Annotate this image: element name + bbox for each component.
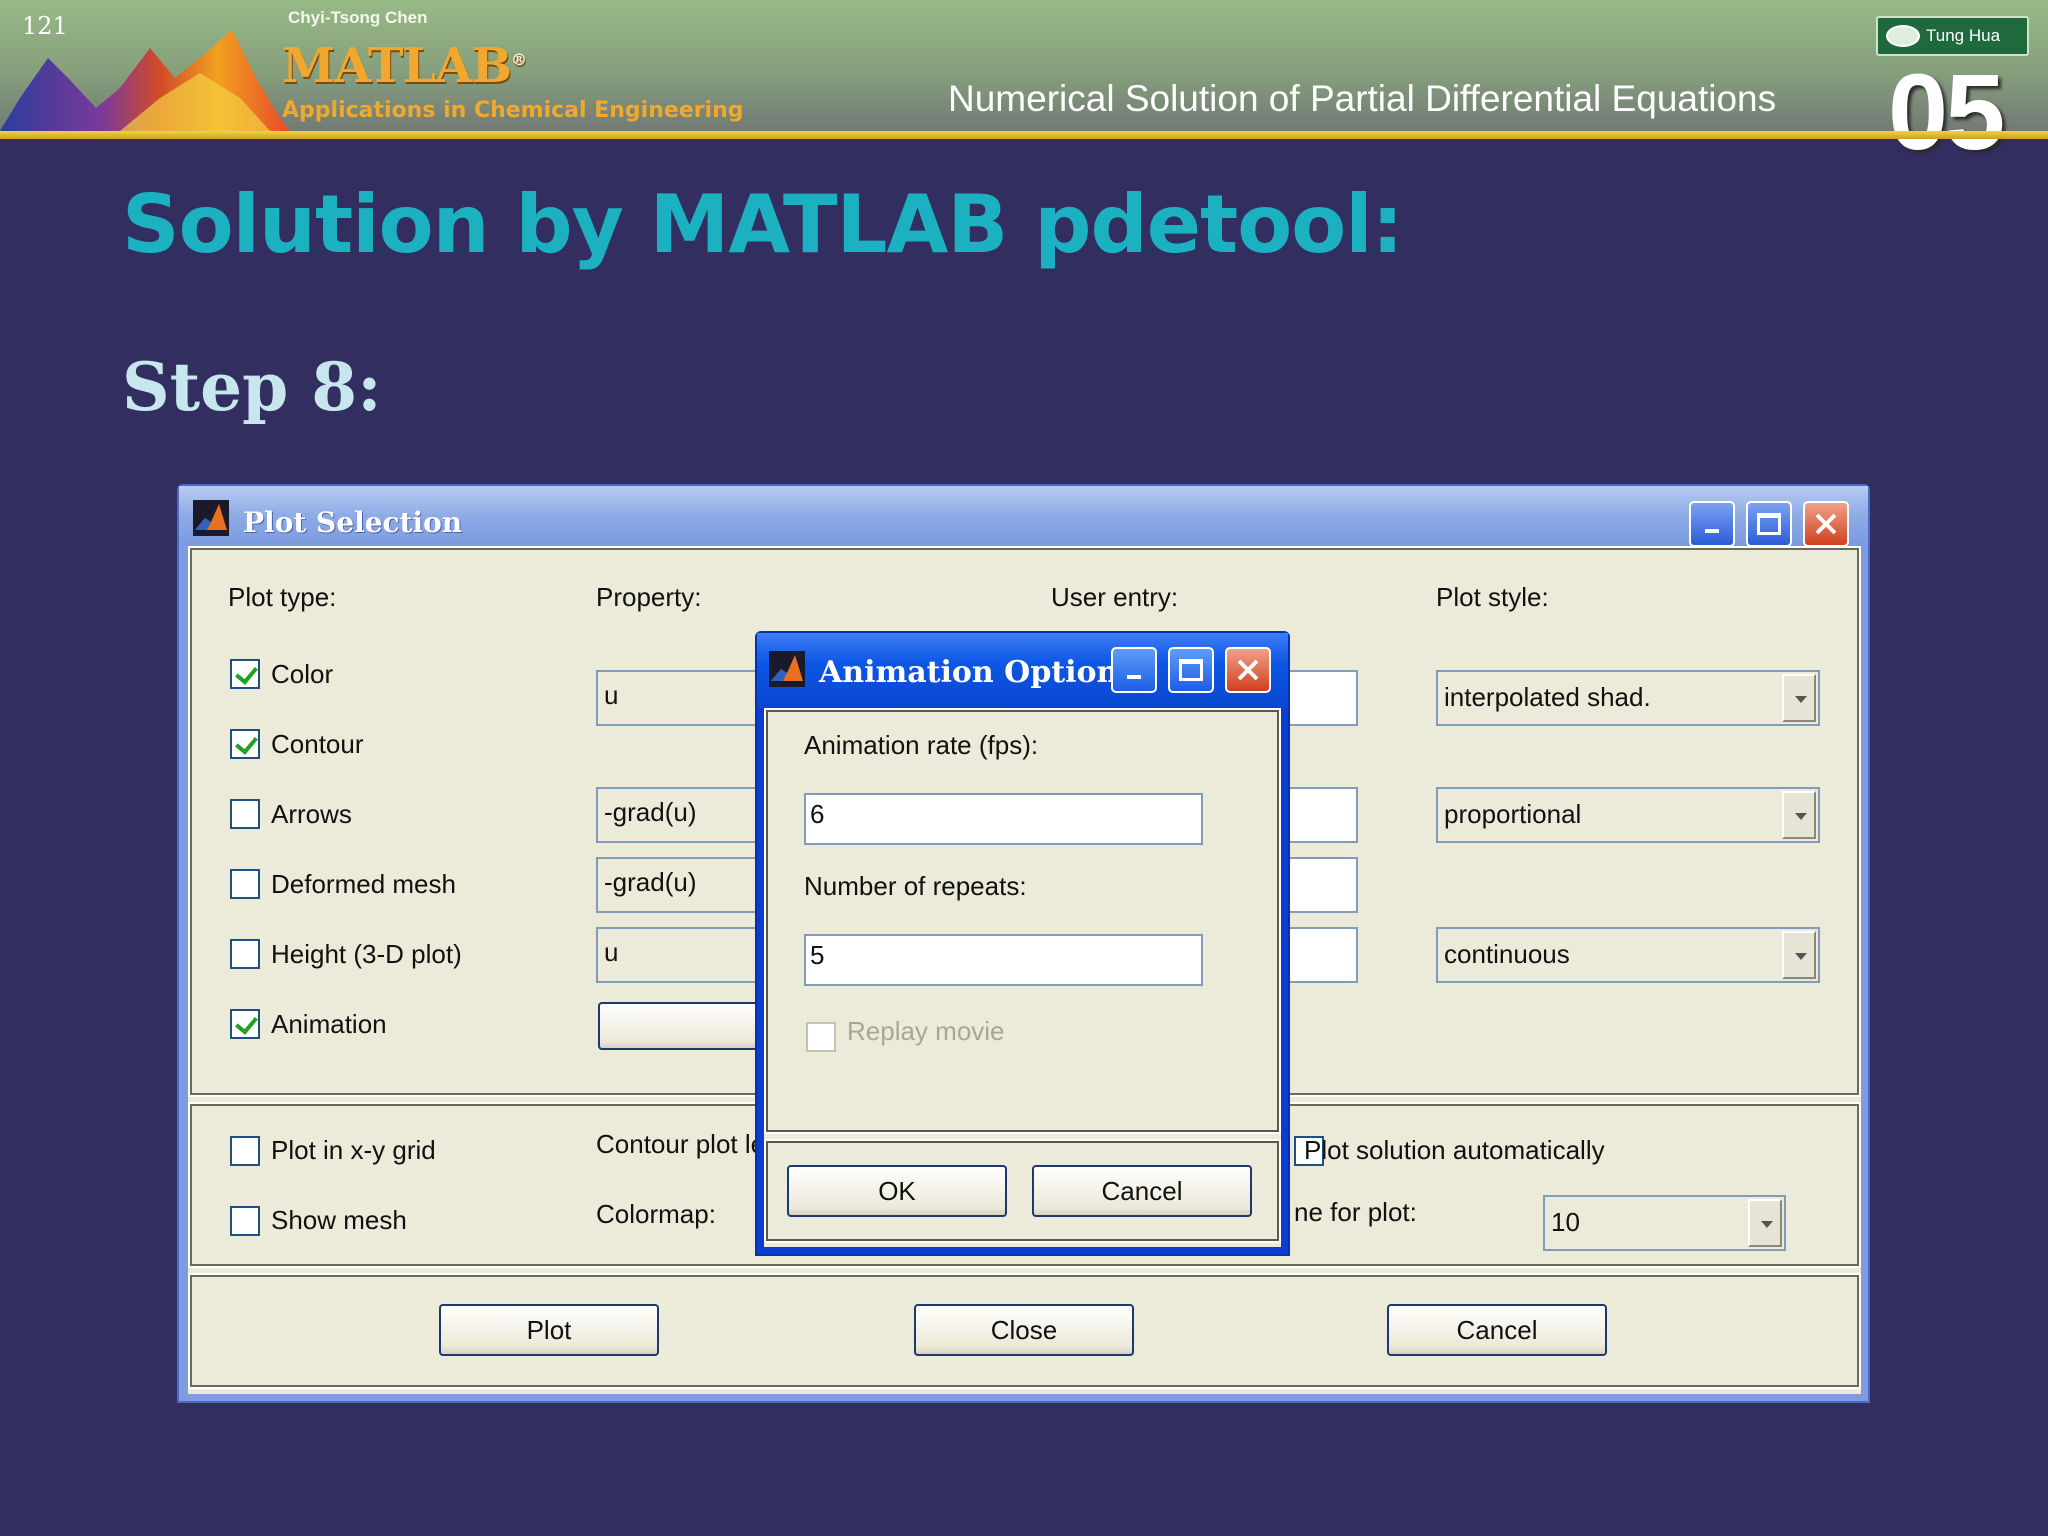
- action-buttons-panel: Plot Close Cancel: [188, 1273, 1861, 1389]
- height-property-field[interactable]: u: [596, 927, 776, 983]
- cancel-button[interactable]: Cancel: [1387, 1304, 1607, 1356]
- height-plot-style-value: continuous: [1444, 939, 1570, 969]
- maximize-icon: [1757, 513, 1781, 535]
- color-label: Color: [271, 659, 334, 689]
- animation-label: Animation: [271, 1009, 387, 1039]
- color-checkbox[interactable]: [230, 659, 260, 689]
- deformed-mesh-label: Deformed mesh: [271, 869, 456, 899]
- plot-selection-titlebar[interactable]: Plot Selection: [179, 486, 1868, 547]
- color-plot-style-value: interpolated shad.: [1444, 682, 1651, 712]
- arrows-property-field[interactable]: -grad(u): [596, 787, 776, 843]
- slide-title: Solution by MATLAB pdetool:: [122, 178, 1404, 271]
- minimize-icon: [1127, 675, 1141, 679]
- arrows-plot-style-value: proportional: [1444, 799, 1582, 829]
- contour-checkbox[interactable]: [230, 729, 260, 759]
- close-icon: [1237, 659, 1259, 681]
- plot-solution-auto-label: Plot solution automatically: [1304, 1135, 1605, 1165]
- time-for-plot-select[interactable]: 10: [1543, 1195, 1786, 1251]
- plot-type-header: Plot type:: [228, 582, 337, 612]
- dialog-buttons-panel: OK Cancel: [764, 1139, 1281, 1243]
- maximize-icon: [1179, 659, 1203, 681]
- step-label: Step 8:: [122, 348, 382, 426]
- time-for-plot-label: ne for plot:: [1294, 1197, 1417, 1227]
- animation-rate-input[interactable]: 6: [804, 793, 1203, 845]
- brand-subtitle: Applications in Chemical Engineering: [282, 98, 744, 123]
- matlab-app-icon: [769, 651, 805, 687]
- arrows-plot-style-select[interactable]: proportional: [1436, 787, 1820, 843]
- page-number: 121: [22, 12, 68, 40]
- show-mesh-label: Show mesh: [271, 1205, 407, 1235]
- contour-label: Contour: [271, 729, 364, 759]
- chapter-title: Numerical Solution of Partial Differenti…: [948, 78, 1777, 119]
- contour-plot-levels-label: Contour plot le: [596, 1129, 766, 1159]
- animation-options-client: Animation rate (fps): 6 Number of repeat…: [764, 708, 1281, 1247]
- show-mesh-checkbox[interactable]: [230, 1206, 260, 1236]
- arrows-label: Arrows: [271, 799, 352, 829]
- deformed-mesh-property-field[interactable]: -grad(u): [596, 857, 776, 913]
- number-of-repeats-input[interactable]: 5: [804, 934, 1203, 986]
- ok-button[interactable]: OK: [787, 1165, 1007, 1217]
- close-button[interactable]: Close: [914, 1304, 1134, 1356]
- brand-logo-text: MATLAB®: [282, 38, 527, 94]
- plot-xy-grid-label: Plot in x-y grid: [271, 1135, 436, 1165]
- replay-movie-checkbox[interactable]: [806, 1022, 836, 1052]
- dialog-maximize-button[interactable]: [1168, 647, 1214, 693]
- maximize-button[interactable]: [1746, 501, 1792, 547]
- animation-checkbox[interactable]: [230, 1009, 260, 1039]
- animation-options-titlebar[interactable]: Animation Options: [757, 633, 1288, 708]
- replay-movie-label: Replay movie: [847, 1016, 1005, 1046]
- animation-options-dialog: Animation Options Animation rate (fps): …: [755, 631, 1290, 1256]
- colormap-label: Colormap:: [596, 1199, 716, 1229]
- close-icon: [1815, 513, 1837, 535]
- publisher-name: Tung Hua: [1926, 26, 2001, 45]
- close-window-button[interactable]: [1803, 501, 1849, 547]
- header-divider: [0, 131, 2048, 139]
- chevron-down-icon[interactable]: [1782, 674, 1816, 722]
- deformed-mesh-checkbox[interactable]: [230, 869, 260, 899]
- brand-name: MATLAB: [282, 38, 512, 94]
- animation-options-button[interactable]: O: [598, 1002, 778, 1050]
- animation-settings-panel: Animation rate (fps): 6 Number of repeat…: [764, 708, 1281, 1134]
- plot-selection-title: Plot Selection: [243, 506, 463, 539]
- user-entry-header: User entry:: [1051, 582, 1179, 612]
- height-3d-checkbox[interactable]: [230, 939, 260, 969]
- registered-mark: ®: [511, 50, 527, 69]
- plot-button[interactable]: Plot: [439, 1304, 659, 1356]
- globe-icon: [1886, 25, 1920, 47]
- chevron-down-icon[interactable]: [1782, 931, 1816, 979]
- publisher-badge: Tung Hua: [1876, 16, 2029, 56]
- animation-options-title: Animation Options: [819, 655, 1136, 690]
- height-3d-label: Height (3-D plot): [271, 939, 462, 969]
- time-for-plot-value: 10: [1551, 1207, 1580, 1237]
- number-of-repeats-label: Number of repeats:: [804, 871, 1027, 901]
- chevron-down-icon[interactable]: [1782, 791, 1816, 839]
- chapter-number: 05: [1888, 51, 2005, 172]
- height-plot-style-select[interactable]: continuous: [1436, 927, 1820, 983]
- arrows-checkbox[interactable]: [230, 799, 260, 829]
- slide-header-banner: 121 Chyi-Tsong Chen MATLAB® Applications…: [0, 0, 2048, 166]
- minimize-button[interactable]: [1689, 501, 1735, 547]
- author-name: Chyi-Tsong Chen: [288, 8, 428, 27]
- property-header: Property:: [596, 582, 702, 612]
- color-plot-style-select[interactable]: interpolated shad.: [1436, 670, 1820, 726]
- plot-xy-grid-checkbox[interactable]: [230, 1136, 260, 1166]
- dialog-minimize-button[interactable]: [1111, 647, 1157, 693]
- animation-rate-label: Animation rate (fps):: [804, 730, 1039, 760]
- color-property-field[interactable]: u: [596, 670, 776, 726]
- dialog-cancel-button[interactable]: Cancel: [1032, 1165, 1252, 1217]
- dialog-close-button[interactable]: [1225, 647, 1271, 693]
- plot-style-header: Plot style:: [1436, 582, 1549, 612]
- chevron-down-icon[interactable]: [1748, 1199, 1782, 1247]
- minimize-icon: [1705, 529, 1719, 533]
- matlab-app-icon: [193, 500, 229, 536]
